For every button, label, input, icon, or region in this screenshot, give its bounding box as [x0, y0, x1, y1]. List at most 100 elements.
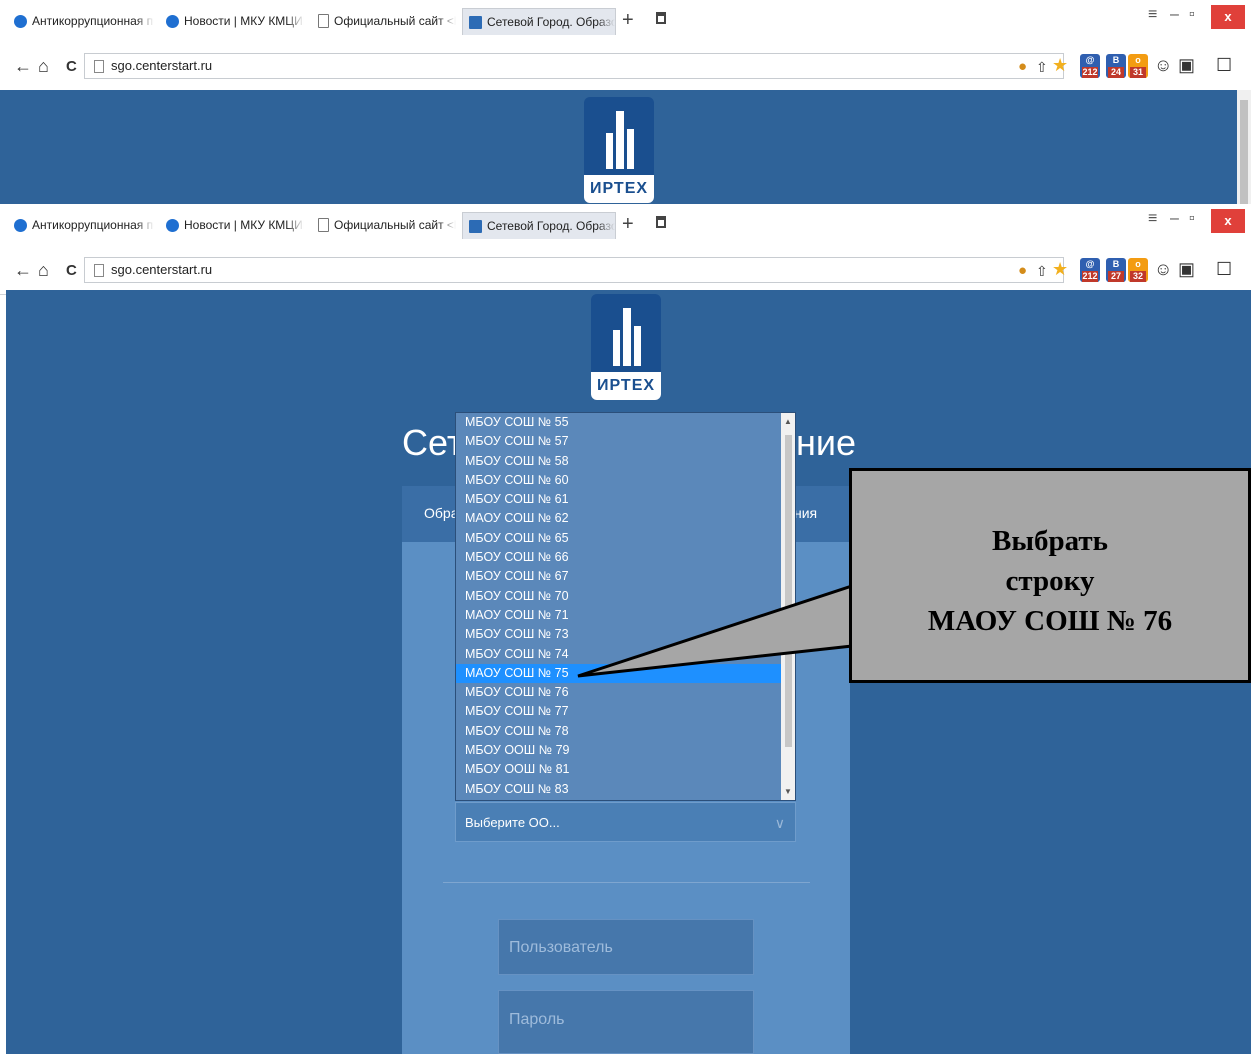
- share-icon[interactable]: ⇧: [1036, 58, 1048, 76]
- tab-1[interactable]: Антикоррупционная полити: [14, 212, 154, 238]
- dropdown-option[interactable]: МБОУ СОШ № 67: [456, 567, 795, 586]
- pocket-icon[interactable]: ▣: [1178, 56, 1195, 74]
- extension-badge-icon[interactable]: o 32: [1128, 258, 1148, 282]
- dropdown-option[interactable]: МБОУ СОШ № 60: [456, 471, 795, 490]
- dropdown-option[interactable]: МБОУ СОШ № 58: [456, 452, 795, 471]
- extension-badge-icon[interactable]: @212: [1080, 258, 1100, 282]
- school-select[interactable]: Выберите ОО... ∨: [455, 802, 796, 842]
- school-dropdown-list[interactable]: МБОУ СОШ № 55 МБОУ СОШ № 57 МБОУ СОШ № 58 М…: [455, 412, 796, 801]
- tab-1[interactable]: Антикоррупционная полити: [14, 8, 154, 34]
- tab-4-active[interactable]: Сетевой Город. Образовани: [462, 212, 616, 239]
- restore-icon[interactable]: ▫: [1189, 6, 1195, 24]
- divider: [443, 882, 810, 883]
- tab-strip: Антикоррупционная полити Новости | МКУ К…: [0, 0, 1251, 44]
- scroll-up-icon[interactable]: ▲: [781, 417, 795, 426]
- dropdown-option[interactable]: МАОУ СОШ № 71: [456, 606, 795, 625]
- irtech-logo: ИРТЕХ: [591, 294, 661, 400]
- scroll-down-icon[interactable]: ▼: [781, 787, 795, 796]
- tab-4-active[interactable]: Сетевой Город. Образовани: [462, 8, 616, 35]
- dropdown-option[interactable]: МБОУ СОШ № 83: [456, 780, 795, 799]
- extension-badge-icon[interactable]: B 24: [1106, 54, 1126, 78]
- dropdown-option[interactable]: МБОУ СОШ № 61: [456, 490, 795, 509]
- back-icon[interactable]: ←: [14, 57, 32, 75]
- page-background-top: ИРТЕХ: [0, 90, 1251, 206]
- tab-2[interactable]: Новости | МКУ КМЦИКТ "СТ: [166, 212, 304, 238]
- back-icon[interactable]: ←: [14, 261, 32, 279]
- menu-icon[interactable]: ≡: [1148, 210, 1157, 228]
- dropdown-option[interactable]: МБОУ ООШ № 79: [456, 741, 795, 760]
- tab-right[interactable]: ния: [794, 505, 817, 521]
- tab-3[interactable]: Официальный сайт <br> МБ: [318, 8, 456, 34]
- minimize-icon[interactable]: –: [1170, 210, 1179, 228]
- star-icon[interactable]: ★: [1052, 56, 1068, 74]
- menu-icon[interactable]: ≡: [1148, 6, 1157, 24]
- dropdown-option[interactable]: МБОУ СОШ № 55: [456, 413, 795, 432]
- share-icon[interactable]: ⇧: [1036, 262, 1048, 280]
- comment-icon[interactable]: ☐: [1216, 260, 1232, 278]
- nav-bar: ← ⌂ C sgo.centerstart.ru ● ⇧ ★ @212 B 24 …: [0, 44, 1251, 91]
- chat-icon[interactable]: ☺: [1154, 56, 1172, 74]
- browser-window-top: Антикоррупционная полити Новости | МКУ К…: [0, 0, 1251, 91]
- dropdown-option[interactable]: МБОУ СОШ № 73: [456, 625, 795, 644]
- password-field[interactable]: Пароль: [498, 990, 754, 1054]
- scroll-thumb[interactable]: [785, 435, 792, 747]
- dropdown-option[interactable]: МБОУ СОШ № 66: [456, 548, 795, 567]
- extension-badge-icon[interactable]: B 27: [1106, 258, 1126, 282]
- page-icon: [94, 60, 104, 73]
- callout-line-2: строку: [1005, 565, 1095, 597]
- extension-icon[interactable]: ●: [1018, 262, 1027, 280]
- callout-line-3: МАОУ СОШ № 76: [927, 605, 1173, 637]
- pocket-icon[interactable]: ▣: [1178, 260, 1195, 278]
- globe-icon: [166, 218, 179, 232]
- minimize-icon[interactable]: –: [1170, 6, 1179, 24]
- comment-icon[interactable]: ☐: [1216, 56, 1232, 74]
- extension-badge-icon[interactable]: o 31: [1128, 54, 1148, 78]
- tab-education-left[interactable]: Обра: [424, 505, 458, 521]
- irtech-logo: ИРТЕХ: [584, 97, 654, 203]
- dropdown-items: МБОУ СОШ № 55 МБОУ СОШ № 57 МБОУ СОШ № 58 М…: [456, 413, 795, 799]
- extension-badge-icon[interactable]: @212: [1080, 54, 1100, 78]
- reload-icon[interactable]: C: [66, 262, 77, 280]
- document-icon: [318, 218, 329, 232]
- dropdown-option[interactable]: МБОУ ООШ № 81: [456, 760, 795, 779]
- url-text: sgo.centerstart.ru: [111, 262, 213, 277]
- close-button[interactable]: x: [1211, 5, 1245, 29]
- home-icon[interactable]: ⌂: [38, 57, 49, 75]
- restore-icon[interactable]: ▫: [1189, 210, 1195, 228]
- tab-strip: Антикоррупционная полити Новости | МКУ К…: [0, 204, 1251, 248]
- dropdown-option[interactable]: МБОУ СОШ № 77: [456, 702, 795, 721]
- address-bar[interactable]: sgo.centerstart.ru: [84, 53, 1064, 79]
- dropdown-option[interactable]: МАОУ СОШ № 62: [456, 509, 795, 528]
- dropdown-scrollbar[interactable]: ▲ ▼: [781, 413, 795, 800]
- dropdown-option[interactable]: МБОУ СОШ № 65: [456, 529, 795, 548]
- chevron-down-icon: ∨: [774, 815, 785, 831]
- globe-icon: [14, 218, 27, 232]
- dropdown-option[interactable]: МБОУ СОШ № 74: [456, 645, 795, 664]
- dropdown-option[interactable]: МБОУ СОШ № 78: [456, 722, 795, 741]
- close-button[interactable]: x: [1211, 209, 1245, 233]
- dropdown-option[interactable]: МБОУ СОШ № 70: [456, 587, 795, 606]
- address-bar[interactable]: sgo.centerstart.ru: [84, 257, 1064, 283]
- nav-bar: ← ⌂ C sgo.centerstart.ru ● ⇧ ★ @212 B 27 …: [0, 248, 1251, 295]
- username-field[interactable]: Пользователь: [498, 919, 754, 975]
- callout-line-1: Выбрать: [992, 525, 1108, 557]
- new-tab-button[interactable]: +: [622, 10, 634, 30]
- tab-2[interactable]: Новости | МКУ КМЦИКТ "СТ: [166, 8, 304, 34]
- star-icon[interactable]: ★: [1052, 260, 1068, 278]
- globe-icon: [166, 14, 179, 28]
- sgo-icon: [469, 219, 482, 233]
- tab-menu-icon[interactable]: [656, 12, 666, 24]
- reload-icon[interactable]: C: [66, 58, 77, 76]
- new-tab-button[interactable]: +: [622, 214, 634, 234]
- school-select-value: Выберите ОО...: [465, 815, 560, 830]
- dropdown-option[interactable]: МБОУ СОШ № 76: [456, 683, 795, 702]
- chat-icon[interactable]: ☺: [1154, 260, 1172, 278]
- page-icon: [94, 264, 104, 277]
- dropdown-option[interactable]: МБОУ СОШ № 57: [456, 432, 795, 451]
- extension-icon[interactable]: ●: [1018, 58, 1027, 76]
- tab-3[interactable]: Официальный сайт <br> МБ: [318, 212, 456, 238]
- page-scrollbar[interactable]: [1237, 90, 1251, 206]
- home-icon[interactable]: ⌂: [38, 261, 49, 279]
- dropdown-option[interactable]: МАОУ СОШ № 75: [456, 663, 795, 684]
- tab-menu-icon[interactable]: [656, 216, 666, 228]
